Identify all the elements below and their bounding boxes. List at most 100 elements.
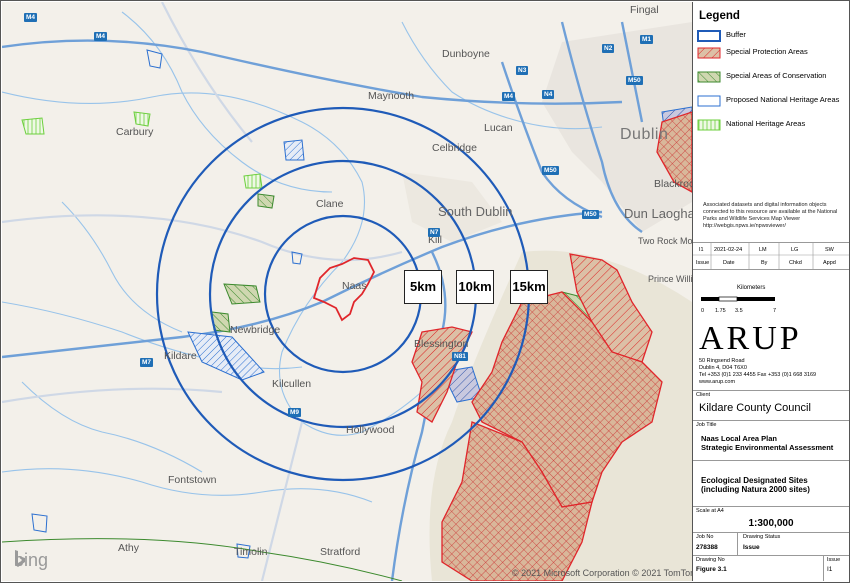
road-badge: M7 (140, 358, 154, 367)
drawing-title: Ecological Designated Sites (701, 476, 808, 485)
place-label: Prince William's Seat (648, 274, 692, 284)
revision-by: LM (759, 247, 767, 253)
road-badge: M50 (542, 166, 559, 175)
road-badge: N2 (602, 44, 615, 53)
scalebar-tick: 1.75 (715, 308, 726, 314)
place-label: Fingal (630, 4, 659, 16)
legend-title: Legend (699, 10, 740, 22)
divider (693, 532, 849, 533)
revision-date: 2021-02-24 (714, 247, 743, 253)
divider (693, 460, 849, 461)
place-label: Kilcullen (272, 378, 312, 390)
road-badge: M4 (24, 13, 38, 22)
buffer-swatch-icon (697, 30, 721, 42)
place-label: Naas (342, 280, 367, 292)
nha-swatch-icon (697, 119, 721, 131)
sac-swatch-icon (697, 71, 721, 83)
bing-logo: bing (14, 550, 48, 571)
divider (693, 390, 849, 391)
divider (737, 532, 738, 555)
legend-item-spa: Special Protection Areas (697, 47, 846, 59)
revision-header-checked: Chkd (789, 260, 802, 266)
legend-item-pnha: Proposed National Heritage Areas (697, 95, 846, 107)
scalebar-title: Kilometers (737, 285, 766, 291)
scale-value: 1:300,000 (748, 518, 794, 529)
divider (693, 420, 849, 421)
divider (823, 555, 824, 581)
drawing-status-label: Drawing Status (743, 534, 781, 540)
place-label: Dun Laoghaire (624, 206, 692, 221)
place-label: Kildare (164, 350, 197, 362)
road-badge: N7 (428, 228, 441, 237)
divider (693, 555, 849, 556)
job-title-label: Job Title (696, 422, 717, 428)
legend-label: Special Protection Areas (726, 47, 808, 56)
client-label: Client (696, 392, 711, 398)
buffer-label-10km: 10km (456, 270, 494, 304)
datasets-note: Associated datasets and digital informat… (703, 202, 838, 229)
revision-approved: SW (825, 247, 834, 253)
arup-logo: ARUP (699, 320, 802, 357)
revision-header-by: By (761, 260, 768, 266)
place-label: South Dublin (438, 204, 513, 219)
buffer-label-5km: 5km (404, 270, 442, 304)
scalebar-tick: 7 (773, 308, 777, 314)
spa-swatch-icon (697, 47, 721, 59)
legend-label: Proposed National Heritage Areas (726, 95, 840, 104)
scale-label: Scale at A4 (696, 508, 724, 514)
place-label: Maynooth (368, 90, 415, 102)
job-no-label: Job No (696, 534, 714, 540)
place-label: Carbury (116, 126, 154, 138)
road-badge: N4 (542, 90, 555, 99)
client-name: Kildare County Council (699, 402, 811, 414)
revision-issue: I1 (699, 247, 704, 253)
address-line: Tel +353 (0)1 233 4455 Fax +353 (0)1 668… (699, 372, 817, 378)
bing-icon (15, 550, 25, 567)
place-label: Clane (316, 198, 344, 210)
issue-label: Issue (827, 557, 841, 563)
place-label: Athy (118, 542, 140, 554)
divider (693, 506, 849, 507)
map-canvas[interactable]: Fingal Dunboyne Carbury Maynooth Lucan D… (2, 2, 692, 581)
place-label: Two Rock Mountain (638, 236, 692, 246)
drawing-no-label: Drawing No (696, 557, 725, 563)
revision-header-date: Date (723, 260, 735, 266)
buffer-label-15km: 15km (510, 270, 548, 304)
place-label: Newbridge (230, 324, 281, 336)
legend-item-buffer: Buffer (697, 30, 846, 42)
drawing-status-value: Issue (743, 544, 760, 551)
drawing-subtitle: (including Natura 2000 sites) (701, 485, 810, 494)
road-badge: M4 (94, 32, 108, 41)
road-badge: M50 (582, 210, 599, 219)
place-label: Blackrock (654, 178, 692, 190)
pnha-swatch-icon (697, 95, 721, 107)
drawing-no-value: Figure 3.1 (696, 566, 727, 573)
place-label: Lucan (484, 122, 513, 134)
road-badge: N81 (452, 352, 468, 361)
road-badge: N3 (516, 66, 529, 75)
address-line: Dublin 4, D04 T6X0 (699, 365, 747, 371)
legend-label: Buffer (726, 30, 746, 39)
divider (693, 269, 849, 270)
place-label: Fontstown (168, 474, 217, 486)
legend-item-nha: National Heritage Areas (697, 119, 846, 131)
address-line: www.arup.com (699, 379, 736, 385)
place-label: Timolin (234, 546, 268, 558)
legend-label: Special Areas of Conservation (726, 71, 827, 80)
road-badge: M4 (502, 92, 516, 101)
road-badge: M50 (626, 76, 643, 85)
address-line: 50 Ringsend Road (699, 358, 745, 364)
revision-header-issue: Issue (696, 260, 710, 266)
scalebar (701, 296, 775, 302)
place-label: Dublin (620, 126, 669, 143)
place-label: Hollywood (346, 424, 395, 436)
legend-item-sac: Special Areas of Conservation (697, 71, 846, 83)
revision-checked: LG (791, 247, 799, 253)
place-label: Celbridge (432, 142, 477, 154)
place-label: Dunboyne (442, 48, 490, 60)
job-no-value: 278388 (696, 544, 718, 551)
place-label: Blessington (414, 338, 469, 350)
revision-header-approved: Appd (823, 260, 836, 266)
place-label: Stratford (320, 546, 361, 558)
title-block-panel: Legend Buffer Special Protection Areas S… (692, 2, 849, 581)
